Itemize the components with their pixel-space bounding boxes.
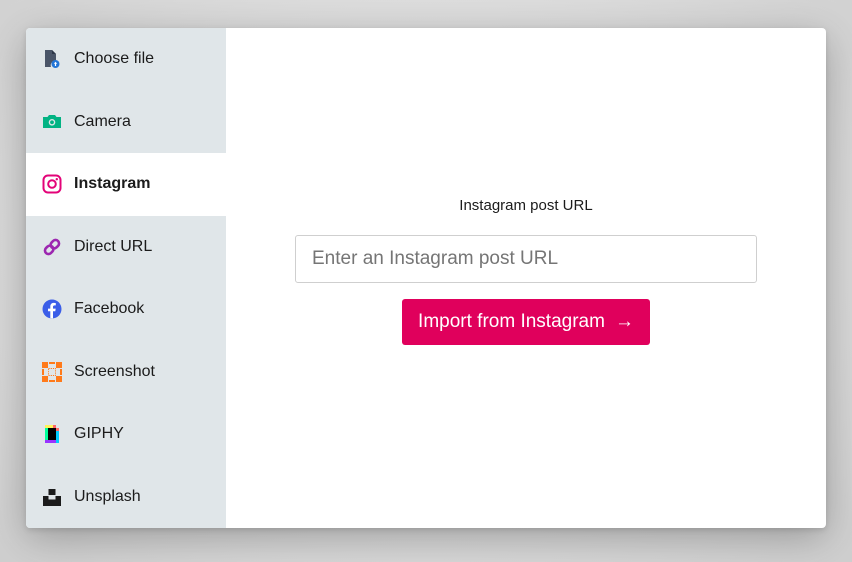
sidebar-item-unsplash[interactable]: Unsplash: [26, 466, 226, 529]
instagram-url-input[interactable]: [295, 235, 757, 283]
instagram-icon: [42, 174, 62, 194]
sidebar-item-label: Choose file: [74, 50, 155, 68]
sidebar-item-screenshot[interactable]: Screenshot: [26, 341, 226, 404]
sidebar-item-facebook[interactable]: Facebook: [26, 278, 226, 341]
import-button-label: Import from Instagram: [418, 311, 605, 332]
sidebar-item-direct-url[interactable]: Direct URL: [26, 216, 226, 279]
sidebar-item-label: Unsplash: [74, 487, 141, 505]
import-from-instagram-button[interactable]: Import from Instagram →: [402, 299, 650, 345]
instagram-panel: Instagram post URL Import from Instagram…: [226, 28, 826, 528]
sidebar-item-choose-file[interactable]: Choose file: [26, 28, 226, 91]
sidebar-item-label: Facebook: [74, 300, 145, 318]
unsplash-icon: [42, 487, 62, 507]
sidebar-item-instagram[interactable]: Instagram: [26, 153, 226, 216]
sidebar-item-label: Direct URL: [74, 237, 153, 255]
sidebar-item-label: GIPHY: [74, 425, 124, 443]
url-field-label: Instagram post URL: [459, 197, 593, 214]
sidebar-item-label: Instagram: [74, 175, 151, 193]
instagram-url-form: Instagram post URL Import from Instagram…: [295, 196, 757, 345]
sidebar-item-camera[interactable]: Camera: [26, 91, 226, 154]
link-icon: [42, 237, 62, 257]
sidebar-item-label: Camera: [74, 112, 131, 130]
sidebar-item-giphy[interactable]: GIPHY: [26, 403, 226, 466]
camera-icon: [42, 112, 62, 132]
facebook-icon: [42, 299, 62, 319]
import-dialog: Choose file Camera Instagram Direct URL …: [26, 28, 826, 528]
giphy-icon: [42, 424, 62, 444]
source-sidebar: Choose file Camera Instagram Direct URL …: [26, 28, 226, 528]
file-upload-icon: [42, 49, 62, 69]
arrow-right-icon: →: [614, 311, 634, 332]
sidebar-item-label: Screenshot: [74, 362, 155, 380]
screenshot-icon: [42, 361, 62, 382]
